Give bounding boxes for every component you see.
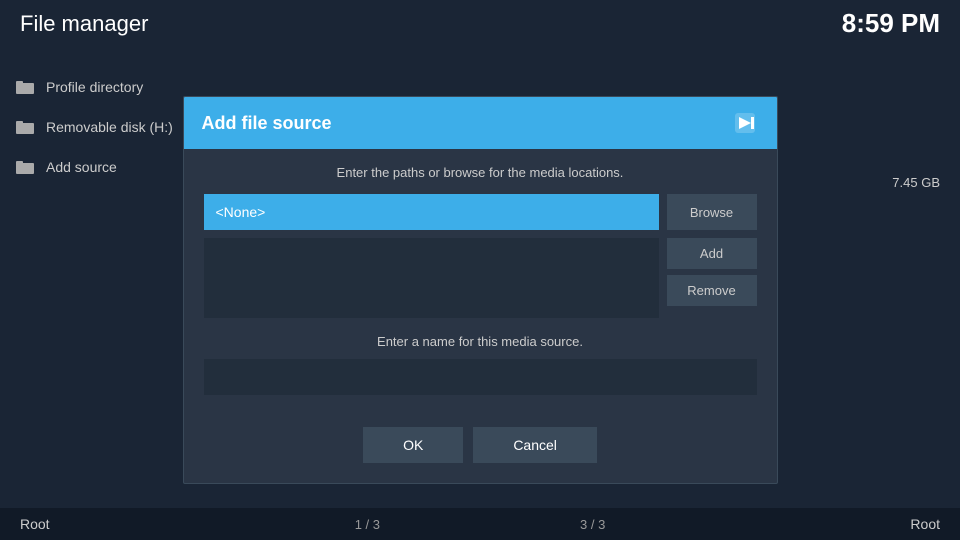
dialog-title: Add file source (202, 113, 332, 134)
dialog-overlay: Add file source Enter the paths or brows… (0, 40, 960, 540)
bottom-center: 1 / 3 3 / 3 (355, 517, 606, 532)
path-input-row: Browse (204, 194, 757, 230)
paths-area: Add Remove (204, 238, 757, 318)
dialog-header: Add file source (184, 97, 777, 149)
name-instruction: Enter a name for this media source. (204, 334, 757, 349)
paths-list[interactable] (204, 238, 659, 318)
add-file-source-dialog: Add file source Enter the paths or brows… (183, 96, 778, 484)
bottom-bar: Root 1 / 3 3 / 3 Root (0, 508, 960, 540)
remove-button[interactable]: Remove (667, 275, 757, 306)
name-input[interactable] (204, 359, 757, 395)
page-indicator-left: 1 / 3 (355, 517, 380, 532)
paths-instruction: Enter the paths or browse for the media … (204, 165, 757, 180)
add-button[interactable]: Add (667, 238, 757, 269)
dialog-footer: OK Cancel (184, 427, 777, 483)
bottom-right-root: Root (910, 516, 940, 532)
page-indicator-right: 3 / 3 (580, 517, 605, 532)
dialog-body: Enter the paths or browse for the media … (184, 149, 777, 427)
path-action-buttons: Add Remove (667, 238, 757, 318)
cancel-button[interactable]: Cancel (473, 427, 597, 463)
ok-button[interactable]: OK (363, 427, 463, 463)
clock: 8:59 PM (842, 8, 940, 39)
browse-button[interactable]: Browse (667, 194, 757, 230)
bottom-left-root: Root (20, 516, 50, 532)
path-input[interactable] (204, 194, 659, 230)
kodi-logo-icon (731, 109, 759, 137)
app-title: File manager (20, 11, 148, 37)
